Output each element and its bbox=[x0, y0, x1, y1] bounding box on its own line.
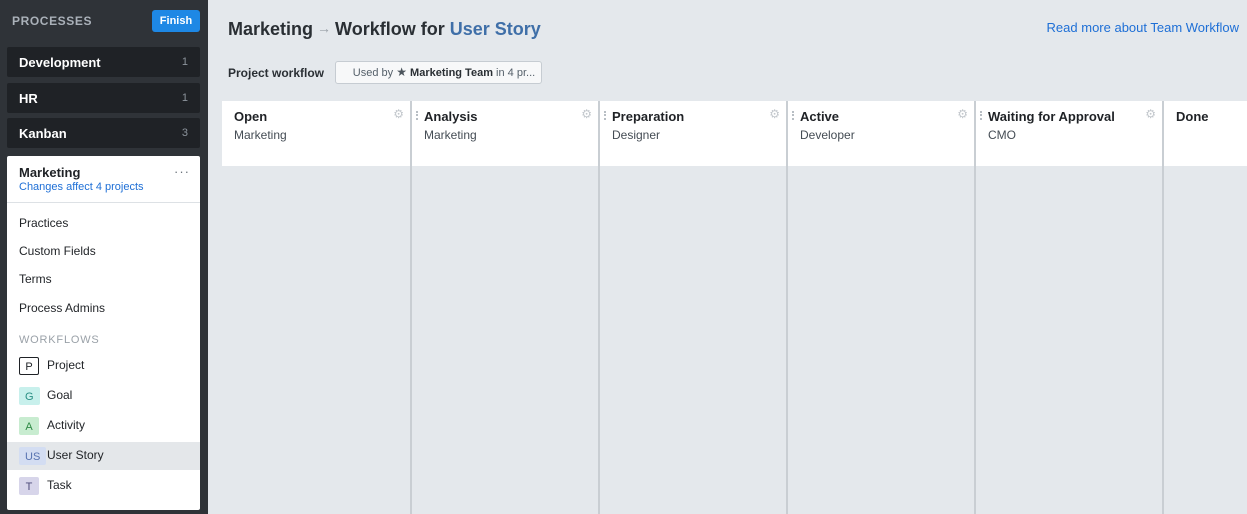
title-entity: User Story bbox=[449, 19, 541, 39]
more-options-icon[interactable]: ··· bbox=[174, 164, 190, 179]
workflow-column-analysis: Analysis Marketing ⚙ bbox=[412, 101, 600, 514]
drag-handle-icon[interactable] bbox=[416, 111, 418, 120]
drag-handle-icon[interactable] bbox=[980, 111, 982, 120]
current-process-name: Marketing bbox=[19, 165, 81, 180]
workflow-column-preparation: Preparation Designer ⚙ bbox=[600, 101, 788, 514]
workflow-badge: A bbox=[19, 417, 39, 435]
process-item-kanban[interactable]: Kanban 3 bbox=[7, 118, 200, 148]
star-icon: ★ bbox=[396, 65, 407, 79]
workflow-column-active: Active Developer ⚙ bbox=[788, 101, 976, 514]
current-process-panel: Marketing ··· Changes affect 4 projects … bbox=[7, 156, 200, 510]
workflow-column-waiting-for-approval: Waiting for Approval CMO ⚙ bbox=[976, 101, 1164, 514]
column-title: Waiting for Approval bbox=[988, 109, 1115, 124]
practices-link[interactable]: Practices bbox=[19, 216, 68, 230]
finish-button[interactable]: Finish bbox=[152, 10, 200, 32]
process-count: 1 bbox=[181, 92, 188, 104]
process-count: 1 bbox=[181, 56, 188, 68]
workflow-label: User Story bbox=[47, 448, 104, 462]
workflows-header: WORKFLOWS bbox=[19, 334, 100, 346]
process-name: Kanban bbox=[19, 126, 67, 141]
column-title: Analysis bbox=[424, 109, 478, 124]
workflow-label: Project bbox=[47, 358, 85, 372]
used-by-suffix: in 4 pr... bbox=[496, 67, 536, 79]
column-title: Preparation bbox=[612, 109, 685, 124]
workflow-label: Activity bbox=[47, 418, 86, 432]
workflow-badge: P bbox=[19, 357, 39, 375]
workflow-badge: G bbox=[19, 387, 40, 405]
workflow-badge: US bbox=[19, 447, 47, 465]
page-title: Marketing → Workflow for User Story bbox=[228, 19, 541, 40]
title-middle: Workflow for bbox=[335, 19, 445, 39]
sidebar-header: PROCESSES Finish bbox=[0, 0, 208, 42]
column-role: CMO bbox=[988, 128, 1016, 142]
workflow-column-done: Done bbox=[1164, 101, 1247, 514]
workflow-item-goal[interactable]: G Goal bbox=[7, 382, 200, 410]
gear-icon[interactable]: ⚙ bbox=[957, 107, 968, 121]
column-role: Marketing bbox=[424, 128, 477, 142]
process-admins-link[interactable]: Process Admins bbox=[19, 301, 105, 315]
drag-handle-icon[interactable] bbox=[792, 111, 794, 120]
process-name: HR bbox=[19, 91, 38, 106]
gear-icon[interactable]: ⚙ bbox=[581, 107, 592, 121]
process-item-development[interactable]: Development 1 bbox=[7, 47, 200, 77]
divider bbox=[7, 202, 200, 203]
drag-handle-icon[interactable] bbox=[604, 111, 606, 120]
column-title: Active bbox=[800, 109, 840, 124]
used-by-prefix: Used by bbox=[352, 67, 394, 79]
gear-icon[interactable]: ⚙ bbox=[1145, 107, 1156, 121]
used-by-button[interactable]: Used by ★ Marketing Team in 4 pr... bbox=[335, 61, 542, 84]
read-more-link[interactable]: Read more about Team Workflow bbox=[1047, 20, 1239, 35]
workflow-label: Goal bbox=[47, 388, 73, 402]
workflow-item-project[interactable]: P Project bbox=[7, 352, 200, 380]
process-name: Development bbox=[19, 55, 101, 70]
gear-icon[interactable]: ⚙ bbox=[769, 107, 780, 121]
column-role: Developer bbox=[800, 128, 855, 142]
terms-link[interactable]: Terms bbox=[19, 272, 52, 286]
workflow-item-activity[interactable]: A Activity bbox=[7, 412, 200, 440]
changes-affect-link[interactable]: Changes affect 4 projects bbox=[19, 181, 144, 193]
column-title: Open bbox=[234, 109, 268, 124]
process-sidebar: PROCESSES Finish Development 1 HR 1 Kanb… bbox=[0, 0, 208, 514]
workflow-item-user-story[interactable]: US User Story bbox=[7, 442, 200, 470]
column-header[interactable]: Waiting for Approval CMO ⚙ bbox=[976, 101, 1162, 166]
process-item-hr[interactable]: HR 1 bbox=[7, 83, 200, 113]
processes-title: PROCESSES bbox=[12, 14, 93, 28]
column-header[interactable]: Done bbox=[1164, 101, 1247, 166]
custom-fields-link[interactable]: Custom Fields bbox=[19, 244, 96, 258]
workflow-label: Task bbox=[47, 478, 72, 492]
workflow-item-task[interactable]: T Task bbox=[7, 472, 200, 500]
column-role: Marketing bbox=[234, 128, 287, 142]
column-header[interactable]: Open Marketing ⚙ bbox=[222, 101, 410, 166]
gear-icon[interactable]: ⚙ bbox=[393, 107, 404, 121]
project-workflow-label: Project workflow bbox=[228, 66, 325, 80]
column-header[interactable]: Active Developer ⚙ bbox=[788, 101, 974, 166]
column-title: Done bbox=[1176, 109, 1209, 124]
workflow-badge: T bbox=[19, 477, 39, 495]
workflow-board: Open Marketing ⚙ Analysis Marketing ⚙ Pr… bbox=[222, 101, 1247, 514]
team-name: Marketing Team bbox=[410, 67, 493, 79]
column-header[interactable]: Analysis Marketing ⚙ bbox=[412, 101, 598, 166]
title-process: Marketing bbox=[228, 19, 314, 39]
column-header[interactable]: Preparation Designer ⚙ bbox=[600, 101, 786, 166]
process-count: 3 bbox=[181, 127, 188, 139]
arrow-icon: → bbox=[317, 20, 332, 36]
workflow-column-open: Open Marketing ⚙ bbox=[222, 101, 412, 514]
column-role: Designer bbox=[612, 128, 661, 142]
